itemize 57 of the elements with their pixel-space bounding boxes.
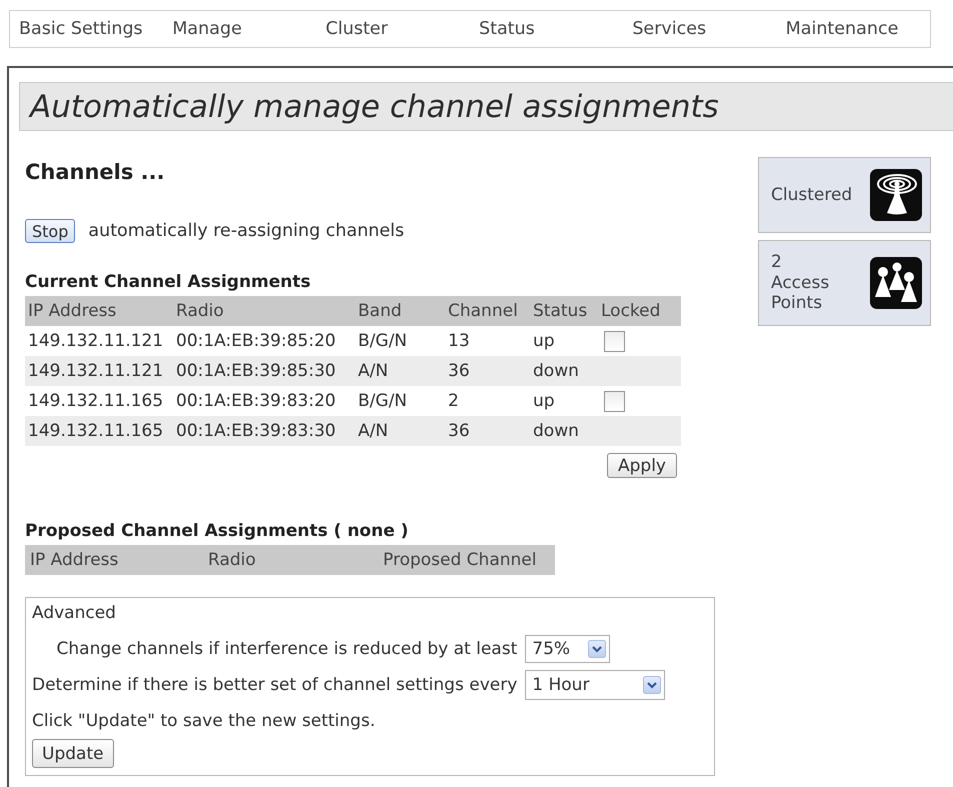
chevron-down-icon (643, 676, 662, 694)
table-title: Proposed Channel Assignments ( none ) (25, 521, 410, 541)
table-cell-text: up (532, 391, 556, 411)
nav-tab[interactable]: Services (623, 19, 706, 39)
column-header: IP Address (27, 301, 118, 321)
lock-checkbox[interactable] (604, 390, 625, 412)
column-header: Status (532, 301, 588, 321)
table-cell-text: 149.132.11.121 (27, 361, 164, 381)
nav-tab[interactable]: Status (470, 19, 535, 39)
apply-button[interactable]: Apply (607, 453, 677, 478)
setting-label: Determine if there is better set of channel settings every (32, 675, 518, 695)
setting-label: Change channels if interference is reduced by at least (56, 639, 518, 659)
status-text: automatically re-assigning channels (88, 221, 404, 241)
hint-text: Click "Update" to save the new settings. (32, 711, 376, 731)
table-cell-text: down (532, 361, 580, 381)
column-header: Band (357, 301, 403, 321)
card-label: Clustered (771, 184, 852, 206)
column-header: Locked (600, 301, 662, 321)
column-header: Channel (447, 301, 519, 321)
column-header: Proposed Channel (382, 550, 538, 570)
table-cell-text: 149.132.11.165 (27, 421, 164, 441)
table-title: Current Channel Assignments (25, 272, 312, 292)
table-cell-text: up (532, 331, 556, 351)
nav-tab[interactable]: Manage (163, 19, 242, 39)
table-cell-text: down (532, 421, 580, 441)
section-heading: Channels ... (25, 160, 166, 184)
table-cell-text: B/G/N (357, 391, 408, 411)
table-cell-text: 00:1A:EB:39:85:20 (175, 331, 337, 351)
dropdown-field[interactable]: 75% (525, 635, 610, 663)
stop-button[interactable]: Stop (25, 219, 76, 243)
card-label: 2 Access Points (771, 252, 830, 314)
table-cell-text: B/G/N (357, 331, 408, 351)
group-icon (870, 256, 922, 309)
chevron-down-icon (588, 640, 606, 658)
column-header: Radio (207, 550, 257, 570)
nav-tab[interactable]: Basic Settings (10, 19, 143, 39)
lock-checkbox[interactable] (604, 330, 625, 352)
table-cell-text: 13 (447, 331, 471, 351)
table-cell-text: 00:1A:EB:39:83:20 (175, 391, 337, 411)
update-button[interactable]: Update (32, 739, 114, 768)
table-cell-text: A/N (357, 421, 390, 441)
table-cell-text: 36 (447, 361, 471, 381)
panel-title: Advanced (32, 603, 117, 623)
broadcast-icon (870, 169, 922, 221)
table-cell-text: 36 (447, 421, 471, 441)
table-cell-text: 149.132.11.165 (27, 391, 164, 411)
table-cell-text: 00:1A:EB:39:83:30 (175, 421, 337, 441)
table-cell-text: A/N (357, 361, 390, 381)
nav-tab[interactable]: Maintenance (776, 19, 898, 39)
column-header: IP Address (29, 550, 120, 570)
table-cell-text: 149.132.11.121 (27, 331, 164, 351)
dropdown-field[interactable]: 1 Hour (525, 670, 666, 700)
nav-tab[interactable]: Cluster (316, 19, 388, 39)
column-header: Radio (175, 301, 225, 321)
table-cell-text: 2 (447, 391, 460, 411)
table-cell-text: 00:1A:EB:39:85:30 (175, 361, 337, 381)
page-title: Automatically manage channel assignments (19, 82, 953, 131)
